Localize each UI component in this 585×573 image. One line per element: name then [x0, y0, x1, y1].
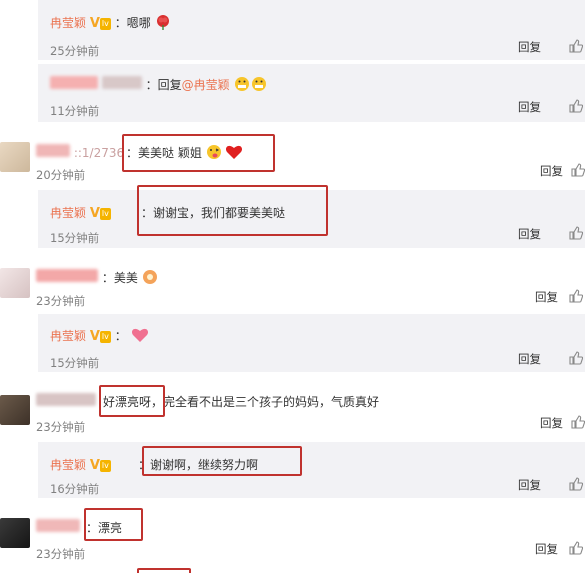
reply-button[interactable]: 回复 [540, 163, 563, 179]
thumbs-up-icon[interactable] [569, 351, 583, 365]
avatar[interactable] [0, 518, 30, 548]
reply-button[interactable]: 回复 [518, 351, 541, 367]
reply-box-8 [38, 442, 585, 498]
comment-time: 23分钟前 [36, 420, 86, 434]
mention-link[interactable]: @冉莹颖 [182, 78, 230, 92]
highlight-box [137, 185, 328, 236]
comment-text: ：美美 [101, 271, 138, 285]
reply-button[interactable]: 回复 [535, 289, 558, 305]
comment-text: ：嗯哪 [114, 16, 151, 30]
thumbs-up-icon[interactable] [569, 99, 583, 113]
level-badge: lv [99, 331, 111, 343]
blurred-username [36, 393, 96, 406]
comment-line-1: 冉莹颖 Vlv ：嗯哪 [50, 14, 171, 33]
comment-author[interactable]: 冉莹颖 [50, 458, 86, 472]
avatar[interactable] [0, 395, 30, 425]
flower-emoji [142, 269, 158, 288]
thumbs-up-icon[interactable] [571, 163, 585, 177]
thumbs-up-icon[interactable] [569, 289, 583, 303]
blurred-username [36, 269, 98, 282]
comment-line-7 [36, 393, 96, 409]
thumbs-up-icon[interactable] [569, 226, 583, 240]
highlight-box [84, 508, 143, 541]
comment-line-5: ：美美 [36, 269, 158, 288]
reply-button[interactable]: 回复 [540, 415, 563, 431]
comment-time: 11分钟前 [50, 104, 100, 118]
comment-text: ：回复 [145, 78, 182, 92]
comment-author[interactable]: 冉莹颖 [50, 206, 86, 220]
avatar[interactable] [0, 142, 30, 172]
thumbs-up-icon[interactable] [569, 477, 583, 491]
comment-author[interactable]: 冉莹颖 [50, 329, 86, 343]
comment-time: 25分钟前 [50, 44, 100, 58]
verified-badge: V [89, 458, 100, 473]
comment-text: 完全看不出是三个孩子的妈妈，气质真好 [163, 395, 380, 409]
comment-time: 15分钟前 [50, 231, 100, 245]
reply-button[interactable]: 回复 [535, 541, 558, 557]
thumbs-up-icon[interactable] [569, 541, 583, 555]
reply-button[interactable]: 回复 [518, 477, 541, 493]
blurred-username [101, 76, 142, 89]
heart-emoji [131, 327, 149, 346]
blurred-username [36, 519, 80, 532]
highlight-box [99, 385, 165, 417]
highlight-box-partial [137, 568, 191, 573]
blurred-username [36, 144, 70, 157]
avatar[interactable] [0, 268, 30, 298]
reply-button[interactable]: 回复 [518, 226, 541, 242]
comment-text: ： [114, 329, 127, 343]
comment-time: 15分钟前 [50, 356, 100, 370]
level-badge: lv [99, 18, 111, 30]
level-badge: lv [99, 460, 111, 472]
comment-time: 16分钟前 [50, 482, 100, 496]
comment-time: 20分钟前 [36, 168, 86, 182]
comment-time: 23分钟前 [36, 294, 86, 308]
thumbs-up-icon[interactable] [569, 39, 583, 53]
comment-line-6: 冉莹颖 Vlv ： [50, 327, 149, 346]
highlight-box [122, 134, 275, 172]
reply-button[interactable]: 回复 [518, 99, 541, 115]
verified-badge: V [89, 329, 100, 344]
comment-line-8: 冉莹颖 Vlv [50, 456, 111, 473]
comment-line-3: ::1/2736 [36, 144, 124, 160]
comment-time: 23分钟前 [36, 547, 86, 561]
reply-button[interactable]: 回复 [518, 39, 541, 55]
level-badge: lv [99, 208, 111, 220]
rose-emoji [155, 14, 171, 33]
blurred-username [50, 76, 98, 89]
comment-line-9 [36, 519, 80, 535]
verified-badge: V [89, 16, 100, 31]
comment-author[interactable]: ::1/2736 [74, 146, 124, 160]
thumbs-up-icon[interactable] [571, 415, 585, 429]
comment-author[interactable]: 冉莹颖 [50, 16, 86, 30]
verified-badge: V [89, 206, 100, 221]
comment-line-4: 冉莹颖 Vlv [50, 204, 111, 221]
highlight-box [142, 446, 302, 476]
grin-emoji [234, 76, 268, 95]
comment-line-2: ：回复@冉莹颖 [50, 76, 268, 95]
